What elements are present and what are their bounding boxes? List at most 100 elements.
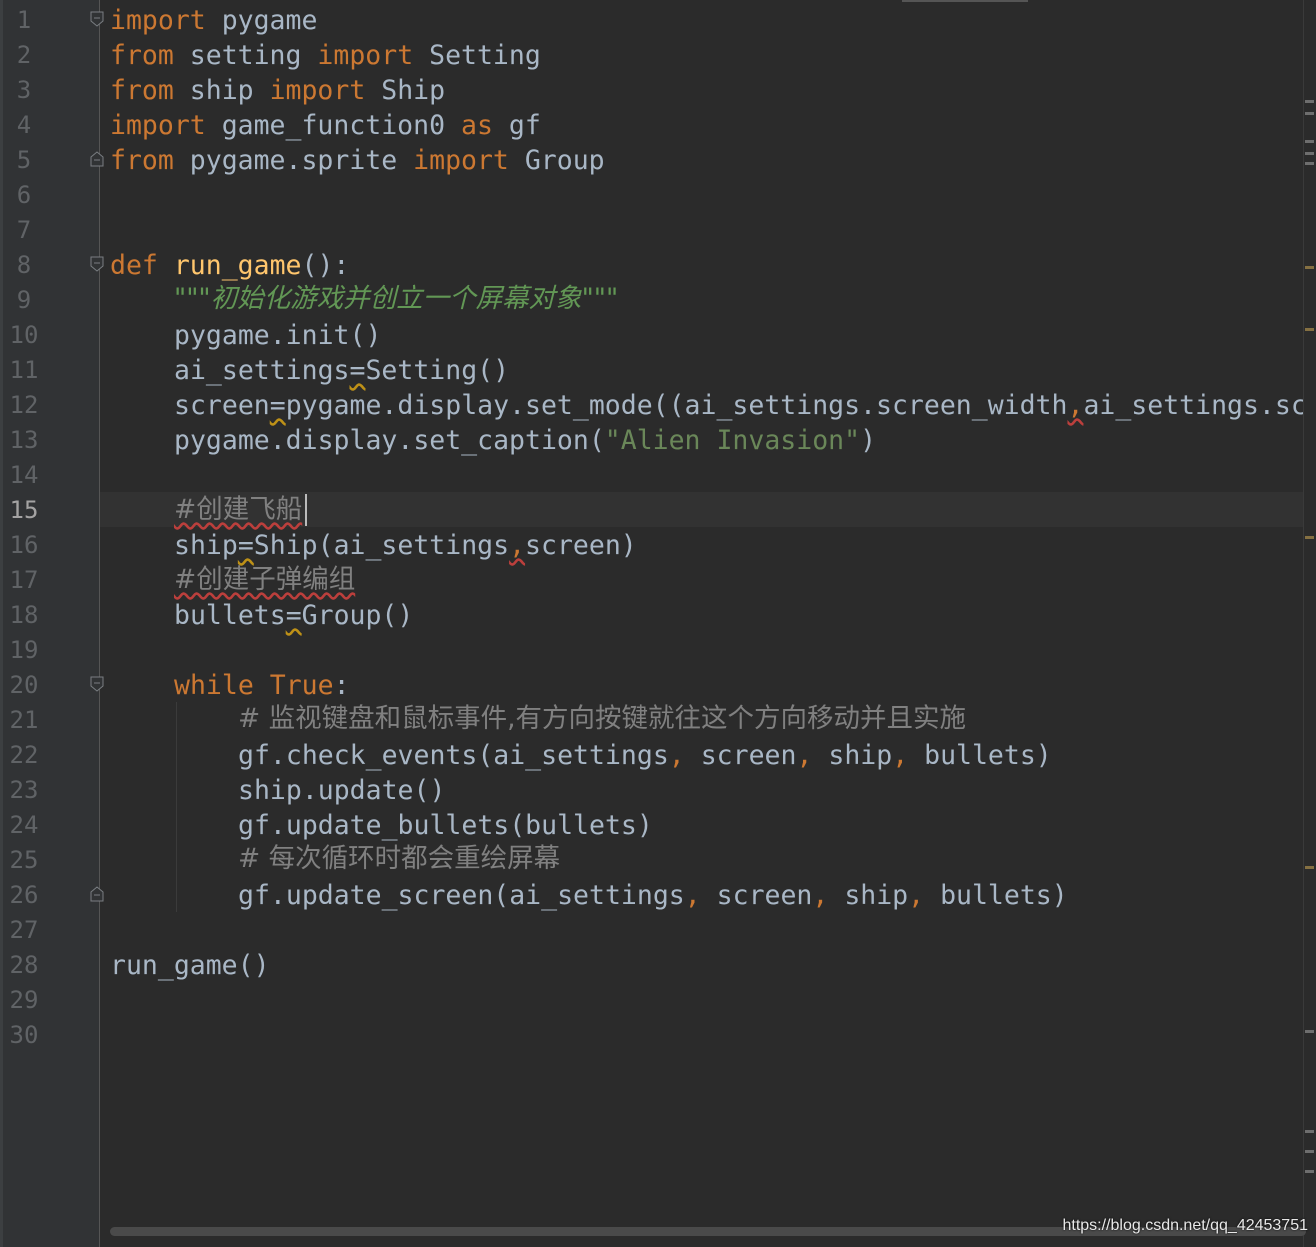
code-line: screen=pygame.display.set_mode((ai_setti… — [174, 388, 1304, 423]
code-text: pygame — [205, 5, 318, 36]
code-text: ai_settings.screen_height)) — [1083, 390, 1304, 421]
line-number: 5 — [16, 146, 32, 174]
code-text: ) — [860, 425, 877, 456]
line-number: 13 — [9, 426, 39, 454]
line-number-current: 15 — [9, 496, 39, 524]
line-number: 20 — [9, 671, 39, 699]
code-line: while True: — [174, 668, 350, 703]
code-comma: , — [684, 880, 701, 911]
line-number: 14 — [9, 461, 39, 489]
line-number: 21 — [9, 706, 39, 734]
code-line: bullets=Group() — [174, 598, 413, 633]
comment: # 每次循环时都会重绘屏幕 — [238, 843, 561, 874]
code-text: screen — [684, 740, 797, 771]
code-text: Group() — [301, 600, 414, 631]
code-line: run_game() — [110, 950, 270, 981]
code-text: gf.update_screen(ai_settings — [238, 880, 685, 911]
keyword: as — [461, 110, 493, 141]
code-text: ship — [174, 530, 238, 561]
keyword: import — [110, 5, 206, 36]
string-literal: "Alien Invasion" — [604, 425, 861, 456]
code-text: pygame.display.set_caption( — [174, 425, 605, 456]
keyword: from — [110, 40, 174, 71]
code-text: Setting() — [365, 355, 510, 386]
code-text: setting — [173, 40, 318, 71]
watermark: https://blog.csdn.net/qq_42453751 — [1062, 1217, 1308, 1234]
code-text: ai_settings — [174, 355, 350, 386]
comment: #创建子弹编组 — [174, 564, 356, 595]
warning-stripe-mark[interactable] — [1305, 536, 1314, 539]
error-stripe-mark[interactable] — [1305, 162, 1314, 165]
code-line: import game_function0 as gf — [110, 108, 541, 143]
code-text: pygame.display.set_mode((ai_settings.scr… — [285, 390, 1068, 421]
comment: # 监视键盘和鼠标事件,有方向按键就往这个方向移动并且实施 — [238, 703, 967, 734]
vertical-scrollbar[interactable] — [1303, 0, 1316, 1247]
code-line: from setting import Setting — [110, 38, 541, 73]
code-area[interactable]: import pygame from setting import Settin… — [100, 0, 1304, 1247]
code-operator: = — [237, 530, 254, 561]
function-name: run_game — [173, 250, 302, 281]
code-text: Setting — [413, 40, 541, 71]
comment: #创建飞船 — [174, 494, 303, 525]
code-text: screen — [700, 880, 813, 911]
error-stripe-mark[interactable] — [1305, 1130, 1314, 1133]
keyword: from — [110, 75, 174, 106]
error-stripe-mark[interactable] — [1305, 1030, 1314, 1033]
line-number: 8 — [16, 251, 32, 279]
error-stripe-mark[interactable] — [1305, 140, 1314, 143]
keyword: def — [110, 250, 158, 281]
line-number: 22 — [9, 741, 39, 769]
line-number: 6 — [16, 181, 32, 209]
code-text: bullets) — [908, 740, 1052, 771]
code-text: screen) — [525, 530, 637, 561]
code-operator: = — [269, 390, 286, 421]
code-operator: = — [285, 600, 302, 631]
error-stripe-mark[interactable] — [1305, 112, 1314, 115]
warning-stripe-mark[interactable] — [1305, 266, 1314, 269]
code-comma: , — [509, 530, 526, 561]
code-line: ai_settings=Setting() — [174, 353, 509, 388]
code-line: pygame.init() — [174, 320, 382, 351]
code-line: def run_game(): — [110, 248, 349, 283]
warning-stripe-mark[interactable] — [1305, 328, 1314, 331]
line-number: 7 — [16, 216, 32, 244]
code-text: game_function0 — [205, 110, 462, 141]
code-line: import pygame — [110, 3, 317, 38]
keyword: import — [269, 75, 366, 106]
code-line: pygame.display.set_caption("Alien Invasi… — [174, 423, 876, 458]
line-number: 19 — [9, 636, 39, 664]
warning-stripe-mark[interactable] — [1305, 866, 1314, 869]
code-text: gf — [492, 110, 541, 141]
keyword: import — [110, 110, 206, 141]
line-number: 30 — [9, 1021, 39, 1049]
line-number: 3 — [16, 76, 32, 104]
text-caret — [305, 494, 307, 526]
code-text: pygame.sprite — [173, 145, 414, 176]
code-comma: , — [908, 880, 925, 911]
line-number: 12 — [9, 391, 39, 419]
top-scroll-indicator — [902, 0, 1028, 2]
code-text: screen — [174, 390, 270, 421]
error-stripe-mark[interactable] — [1305, 152, 1314, 155]
code-comma: , — [668, 740, 685, 771]
code-editor[interactable]: 1 2 3 4 5 6 7 8 9 10 11 12 13 14 15 16 1… — [0, 0, 1316, 1247]
code-line: gf.update_screen(ai_settings, screen, sh… — [238, 878, 1068, 913]
code-text: ship — [828, 880, 909, 911]
error-stripe-mark[interactable] — [1305, 1150, 1314, 1153]
indent-guide — [176, 702, 177, 912]
code-text: (): — [301, 250, 350, 281]
error-stripe-mark[interactable] — [1305, 100, 1314, 103]
line-number: 4 — [16, 111, 32, 139]
line-number: 17 — [9, 566, 39, 594]
line-number: 11 — [9, 356, 39, 384]
line-number: 2 — [16, 41, 32, 69]
code-line: from pygame.sprite import Group — [110, 143, 605, 178]
line-number: 27 — [9, 916, 39, 944]
code-comma: , — [796, 740, 813, 771]
code-text: bullets — [174, 600, 286, 631]
keyword: import — [317, 40, 414, 71]
line-number: 28 — [9, 951, 39, 979]
error-stripe-mark[interactable] — [1305, 1170, 1314, 1173]
